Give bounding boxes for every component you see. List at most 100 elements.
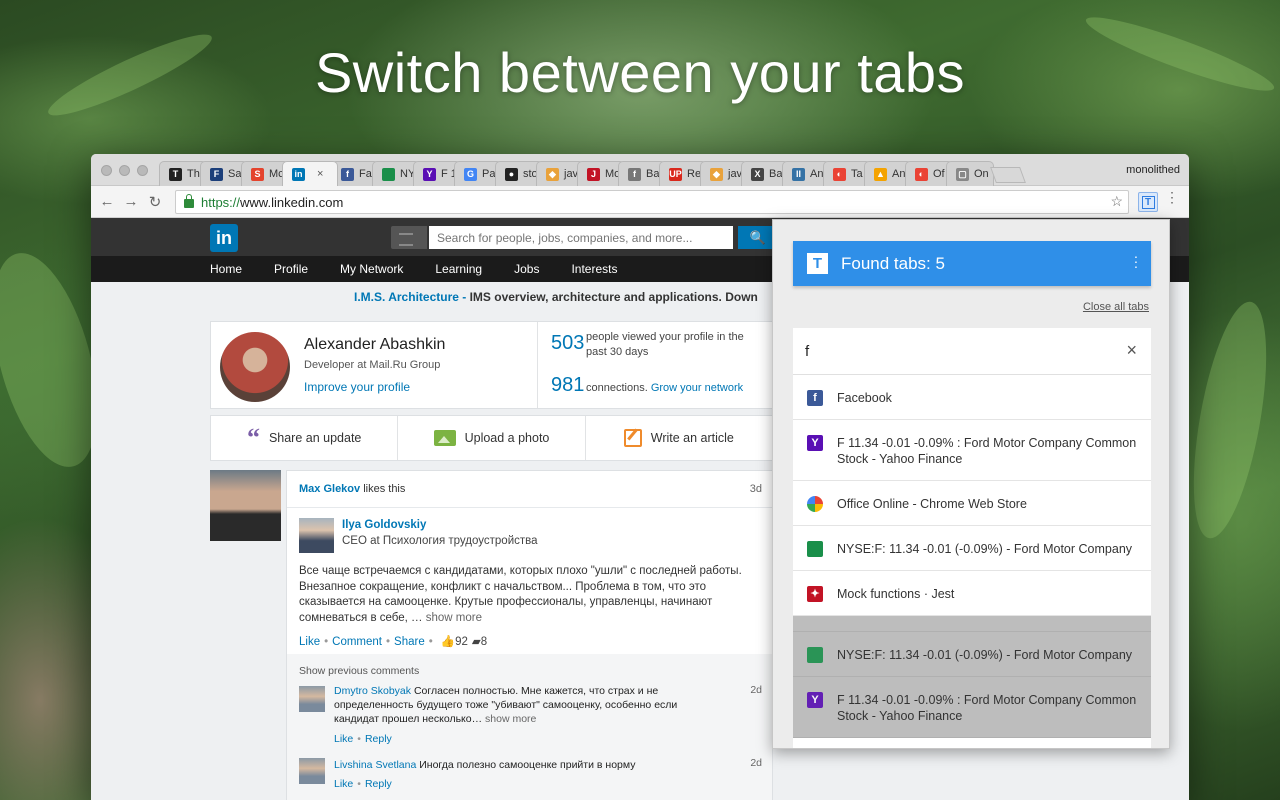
show-more-link[interactable]: show more: [485, 713, 536, 725]
profile-views-count[interactable]: 503: [551, 332, 584, 355]
tab-result-item[interactable]: NYSE:F: 11.34 -0.01 (-0.09%) - Ford Moto…: [793, 632, 1151, 677]
separator-dot: •: [357, 778, 361, 790]
new-tab-button[interactable]: [990, 167, 1026, 183]
tab-label: Ta: [851, 168, 863, 180]
connections-count[interactable]: 981: [551, 374, 584, 397]
comment-like-button[interactable]: Like: [334, 778, 353, 790]
tab-label: Re: [687, 168, 702, 180]
tab-favicon-icon: ●: [505, 167, 518, 181]
close-all-tabs-link[interactable]: Close all tabs: [1083, 301, 1149, 313]
tab-search-box: ×: [793, 328, 1151, 375]
tab-label: Th: [187, 168, 200, 180]
nav-item[interactable]: Interests: [571, 256, 617, 282]
profile-views-line2: past 30 days: [586, 346, 649, 358]
more-options-icon[interactable]: · · ·: [1133, 249, 1139, 273]
commenter-avatar[interactable]: [299, 686, 325, 712]
author-name[interactable]: Ilya Goldovskiy: [342, 519, 426, 531]
tab-result-item[interactable]: Y F 11.34 -0.01 -0.09% : Ford Motor Compa…: [793, 420, 1151, 481]
nav-item[interactable]: My Network: [340, 256, 403, 282]
quote-icon: “: [246, 423, 260, 452]
edit-icon: [623, 429, 642, 447]
tab-label: Ba: [646, 168, 660, 180]
url-scheme: https://: [201, 194, 241, 210]
maximize-window-button[interactable]: [137, 165, 148, 176]
tab-favicon-icon: S: [251, 167, 264, 181]
author-avatar[interactable]: [299, 518, 334, 553]
browser-menu-icon[interactable]: ⋮: [1165, 190, 1179, 204]
improve-profile-link[interactable]: Improve your profile: [304, 380, 410, 394]
write-article-button[interactable]: Write an article: [586, 416, 772, 460]
nav-item[interactable]: Jobs: [514, 256, 539, 282]
bookmark-star-icon[interactable]: ☆: [1110, 193, 1123, 210]
tab-result-item[interactable]: NYSE:F: 11.34 -0.01 (-0.09%) - Ford Moto…: [793, 526, 1151, 571]
comment-reply-button[interactable]: Reply: [365, 733, 392, 745]
clear-search-icon[interactable]: ×: [1126, 341, 1137, 359]
profile-name[interactable]: monolithed: [1126, 164, 1180, 176]
search-icon: 🔍: [749, 229, 767, 245]
commenter-avatar[interactable]: [299, 758, 325, 784]
tab-result-favicon-icon: ✦: [807, 586, 823, 602]
tab-results-list: × f Facebook Y F 11.34 -0.01 -0.09% : Ford …: [793, 328, 1151, 748]
comment-reply-button[interactable]: Reply: [365, 778, 392, 790]
close-tab-icon[interactable]: ×: [317, 168, 323, 180]
feed-activity: Max Glekov likes this: [299, 483, 405, 495]
commenter-name[interactable]: Livshina Svetlana: [334, 759, 416, 771]
comment-text: Livshina Svetlana Иногда полезно самооце…: [334, 758, 704, 772]
tab-strip: T Th F Sa S Mc in × f Fa NY Y F 1 G Pa ● sto ◆ jav J Mo f Ba UP…: [91, 154, 1189, 186]
tab-result-item[interactable]: Office Online - Chrome Web Store: [793, 481, 1151, 526]
show-more-link[interactable]: show more: [426, 612, 482, 624]
avatar[interactable]: [220, 332, 290, 402]
tab-label: An: [892, 168, 906, 180]
comment-bubble-icon: ▰: [471, 636, 481, 648]
tab-result-item[interactable]: Y F 11.34 -0.01 -0.09% : Ford Motor Compa…: [793, 677, 1151, 738]
upload-photo-label: Upload a photo: [464, 431, 550, 445]
liker-avatar[interactable]: [210, 470, 281, 541]
linkedin-logo[interactable]: in: [210, 224, 238, 252]
tab-search-input[interactable]: [805, 340, 1105, 362]
comment-text: Dmytro Skobyak Согласен полностью. Мне к…: [334, 684, 704, 726]
browser-tab[interactable]: in ×: [282, 161, 338, 186]
activity-text: likes this: [360, 483, 406, 495]
nav-item[interactable]: Home: [210, 256, 242, 282]
comment-like-button[interactable]: Like: [334, 733, 353, 745]
liker-name[interactable]: Max Glekov: [299, 483, 360, 495]
tab-result-item[interactable]: f Facebook: [793, 375, 1151, 420]
tab-result-favicon-icon: [807, 541, 823, 557]
lock-icon: [184, 194, 194, 208]
like-button[interactable]: Like: [299, 636, 320, 648]
grow-network-link[interactable]: Grow your network: [651, 382, 743, 394]
commenter-name[interactable]: Dmytro Skobyak: [334, 685, 411, 697]
upload-photo-button[interactable]: Upload a photo: [398, 416, 586, 460]
tab-result-item[interactable]: ✦ Mock functions · Jest: [793, 571, 1151, 616]
browser-toolbar: ← → ↻ https:// www.linkedin.com ☆ T ⋮: [91, 186, 1189, 218]
tab-favicon-icon: Y: [423, 167, 436, 181]
connections-text: connections. Grow your network: [586, 381, 743, 396]
tab-switcher-popup: T Found tabs: 5 ··· Close all tabs × f Fa…: [772, 219, 1170, 749]
announcement-link[interactable]: I.M.S. Architecture -: [354, 290, 466, 304]
nav-item[interactable]: Learning: [435, 256, 482, 282]
nav-item[interactable]: Profile: [274, 256, 308, 282]
comment-button[interactable]: Comment: [332, 636, 382, 648]
linkedin-search-input[interactable]: [429, 226, 733, 249]
tab-favicon-icon: UP: [669, 167, 682, 181]
tab-result-title: NYSE:F: 11.34 -0.01 (-0.09%) - Ford Moto…: [837, 648, 1133, 662]
comments-count[interactable]: 8: [481, 636, 487, 648]
reload-button[interactable]: ↻: [143, 193, 167, 211]
close-window-button[interactable]: [101, 165, 112, 176]
tab-switcher-extension-button[interactable]: T: [1138, 192, 1158, 212]
show-previous-comments[interactable]: Show previous comments: [299, 665, 419, 677]
tab-result-title: F 11.34 -0.01 -0.09% : Ford Motor Compan…: [837, 693, 1137, 723]
profile-name-text[interactable]: Alexander Abashkin: [304, 336, 445, 354]
minimize-window-button[interactable]: [119, 165, 130, 176]
forward-button[interactable]: →: [119, 193, 143, 210]
share-update-button[interactable]: “ Share an update: [211, 416, 399, 460]
search-category-icon[interactable]: [391, 226, 427, 249]
back-button[interactable]: ←: [95, 193, 119, 210]
share-button[interactable]: Share: [394, 636, 425, 648]
browser-tab[interactable]: ▢ On: [946, 161, 994, 186]
likes-count[interactable]: 92: [455, 636, 468, 648]
tab-label: Sa: [228, 168, 242, 180]
tab-switcher-logo-icon: T: [807, 253, 828, 274]
tab-result-title: NYSE:F: 11.34 -0.01 (-0.09%) - Ford Moto…: [837, 542, 1133, 556]
address-bar[interactable]: https:// www.linkedin.com: [175, 190, 1129, 214]
